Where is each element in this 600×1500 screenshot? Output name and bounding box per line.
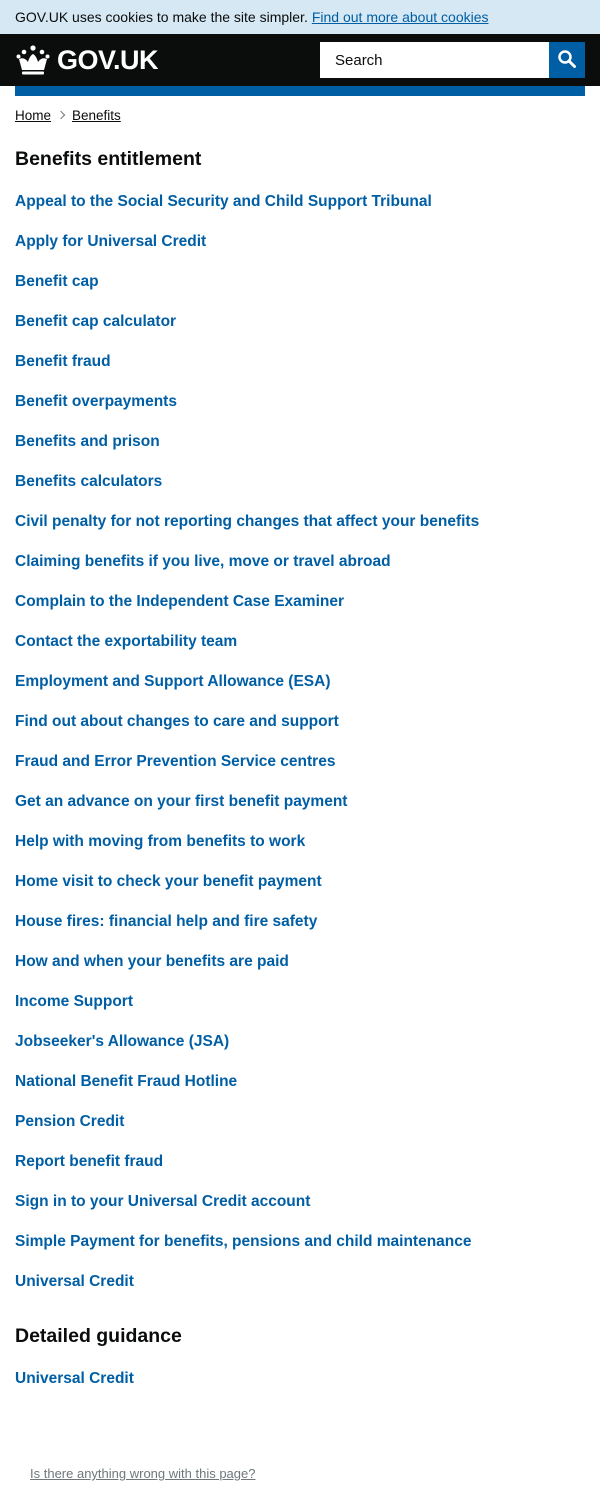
govuk-logo-link[interactable]: GOV.UK	[15, 44, 159, 76]
report-problem-link[interactable]: Is there anything wrong with this page?	[30, 1466, 255, 1481]
topic-link[interactable]: Benefits calculators	[15, 473, 162, 491]
breadcrumb-home[interactable]: Home	[15, 108, 51, 123]
list-item: Claiming benefits if you live, move or t…	[15, 542, 600, 582]
link-list-benefits-entitlement: Appeal to the Social Security and Child …	[15, 182, 600, 1302]
topic-link[interactable]: Claiming benefits if you live, move or t…	[15, 553, 391, 571]
list-item: National Benefit Fraud Hotline	[15, 1062, 600, 1102]
list-item: Find out about changes to care and suppo…	[15, 702, 600, 742]
breadcrumb: Home Benefits	[15, 106, 585, 124]
topic-link[interactable]: Benefit cap	[15, 273, 99, 291]
chevron-right-icon	[56, 110, 66, 120]
list-item: Benefit fraud	[15, 342, 600, 382]
list-item: Benefit overpayments	[15, 382, 600, 422]
list-item: Benefits calculators	[15, 462, 600, 502]
topic-link[interactable]: Sign in to your Universal Credit account	[15, 1193, 310, 1211]
topic-link[interactable]: Benefits and prison	[15, 433, 160, 451]
topic-link[interactable]: Jobseeker's Allowance (JSA)	[15, 1033, 229, 1051]
topic-link[interactable]: Find out about changes to care and suppo…	[15, 713, 339, 731]
list-item: Benefit cap calculator	[15, 302, 600, 342]
site-header: GOV.UK	[0, 34, 600, 86]
topic-link[interactable]: Civil penalty for not reporting changes …	[15, 513, 479, 531]
list-item: Benefits and prison	[15, 422, 600, 462]
header-underline-bar	[15, 86, 585, 96]
list-item: Universal Credit	[15, 1262, 600, 1302]
topic-link[interactable]: Universal Credit	[15, 1370, 134, 1388]
topic-link[interactable]: Simple Payment for benefits, pensions an…	[15, 1233, 472, 1251]
section-heading-detailed-guidance: Detailed guidance	[15, 1325, 182, 1347]
list-item: Civil penalty for not reporting changes …	[15, 502, 600, 542]
topic-link[interactable]: Employment and Support Allowance (ESA)	[15, 673, 330, 691]
list-item: Complain to the Independent Case Examine…	[15, 582, 600, 622]
list-item: Simple Payment for benefits, pensions an…	[15, 1222, 600, 1262]
topic-link[interactable]: Apply for Universal Credit	[15, 233, 206, 251]
topic-link[interactable]: Home visit to check your benefit payment	[15, 873, 322, 891]
topic-link[interactable]: How and when your benefits are paid	[15, 953, 289, 971]
list-item: Appeal to the Social Security and Child …	[15, 182, 600, 222]
section-heading-benefits-entitlement: Benefits entitlement	[15, 148, 202, 170]
list-item: Income Support	[15, 982, 600, 1022]
search-icon	[557, 49, 577, 72]
topic-link[interactable]: Fraud and Error Prevention Service centr…	[15, 753, 335, 771]
topic-link[interactable]: Appeal to the Social Security and Child …	[15, 193, 432, 211]
cookie-banner-text: GOV.UK uses cookies to make the site sim…	[15, 9, 308, 25]
list-item: Fraud and Error Prevention Service centr…	[15, 742, 600, 782]
search-form	[320, 42, 585, 78]
crown-icon	[15, 44, 51, 76]
topic-link[interactable]: Complain to the Independent Case Examine…	[15, 593, 344, 611]
list-item: Sign in to your Universal Credit account	[15, 1182, 600, 1222]
topic-link[interactable]: Help with moving from benefits to work	[15, 833, 305, 851]
topic-link[interactable]: Benefit cap calculator	[15, 313, 176, 331]
topic-link[interactable]: House fires: financial help and fire saf…	[15, 913, 317, 931]
list-item: Help with moving from benefits to work	[15, 822, 600, 862]
search-button[interactable]	[549, 42, 585, 78]
list-item: Contact the exportability team	[15, 622, 600, 662]
list-item: Report benefit fraud	[15, 1142, 600, 1182]
breadcrumb-benefits[interactable]: Benefits	[72, 108, 121, 123]
cookie-info-link[interactable]: Find out more about cookies	[312, 9, 489, 25]
topic-link[interactable]: Universal Credit	[15, 1273, 134, 1291]
topic-link[interactable]: Contact the exportability team	[15, 633, 237, 651]
topic-link[interactable]: Benefit fraud	[15, 353, 111, 371]
list-item: Jobseeker's Allowance (JSA)	[15, 1022, 600, 1062]
list-item: How and when your benefits are paid	[15, 942, 600, 982]
list-item: Home visit to check your benefit payment	[15, 862, 600, 902]
topic-link[interactable]: Income Support	[15, 993, 133, 1011]
list-item: Universal Credit	[15, 1359, 600, 1399]
cookie-banner: GOV.UK uses cookies to make the site sim…	[0, 0, 600, 34]
list-item: Employment and Support Allowance (ESA)	[15, 662, 600, 702]
topic-link[interactable]: Pension Credit	[15, 1113, 124, 1131]
main-content: Benefits entitlement Appeal to the Socia…	[0, 148, 600, 1399]
topic-link[interactable]: Get an advance on your first benefit pay…	[15, 793, 347, 811]
topic-link[interactable]: Benefit overpayments	[15, 393, 177, 411]
list-item: Benefit cap	[15, 262, 600, 302]
list-item: Apply for Universal Credit	[15, 222, 600, 262]
topic-link[interactable]: National Benefit Fraud Hotline	[15, 1073, 237, 1091]
list-item: Get an advance on your first benefit pay…	[15, 782, 600, 822]
feedback-area: Is there anything wrong with this page?	[30, 1466, 255, 1481]
list-item: House fires: financial help and fire saf…	[15, 902, 600, 942]
topic-link[interactable]: Report benefit fraud	[15, 1153, 163, 1171]
link-list-detailed-guidance: Universal Credit	[15, 1359, 600, 1399]
search-input[interactable]	[320, 42, 549, 78]
logo-wordmark: GOV.UK	[57, 44, 159, 75]
list-item: Pension Credit	[15, 1102, 600, 1142]
